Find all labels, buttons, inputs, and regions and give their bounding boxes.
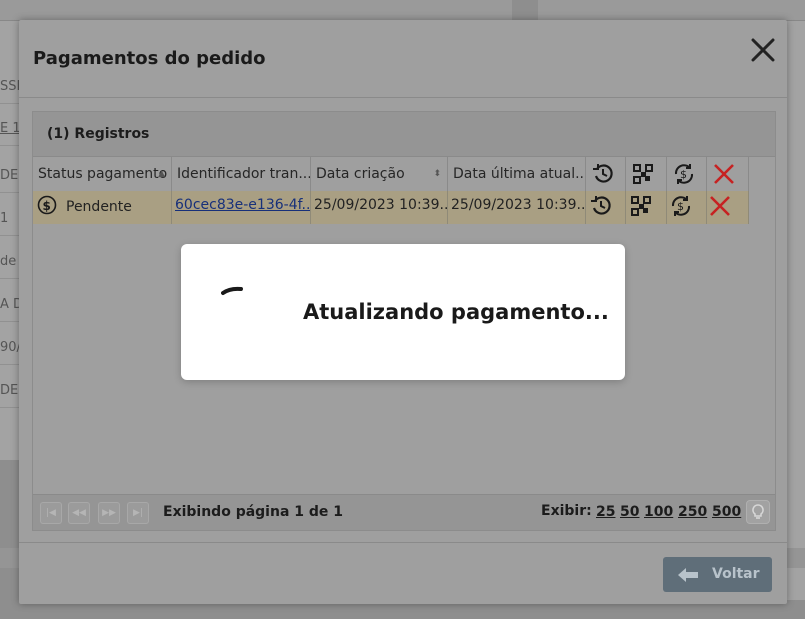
page-size-option[interactable]: 500 (712, 504, 741, 520)
background-row: 90/ (0, 331, 19, 365)
modal-title: Pagamentos do pedido (33, 48, 266, 69)
background-row: E 10 (0, 112, 19, 146)
delete-icon (709, 163, 739, 185)
table-row[interactable]: $ Pendente 60cec83e-e136-4f... 25/09/202… (33, 191, 749, 224)
background-row: A D (0, 288, 19, 322)
last-page-button[interactable]: ▶| (127, 502, 149, 524)
close-icon[interactable] (749, 36, 777, 64)
updated-date-cell: 25/09/2023 10:39... (448, 191, 586, 224)
back-button[interactable]: Voltar (663, 557, 772, 592)
background-row: DE C (0, 374, 19, 408)
page-size-option[interactable]: 50 (620, 504, 639, 520)
column-header-status[interactable]: Status pagamento ▲ (33, 157, 172, 191)
panel-header: (1) Registros (33, 112, 775, 157)
sort-icon: ▲ (158, 169, 165, 179)
row-qr-button[interactable] (626, 191, 667, 224)
column-header-history (586, 157, 626, 191)
loading-dialog: Atualizando pagamento... (181, 244, 625, 380)
page-size-label: Exibir: (541, 503, 592, 519)
page-size-option[interactable]: 25 (596, 504, 615, 520)
sort-icon: ⬍ (433, 169, 441, 179)
qr-code-icon (628, 163, 658, 185)
prev-page-button[interactable]: ◀◀ (68, 502, 90, 524)
tip-bulb-button[interactable] (746, 500, 770, 524)
status-cell: $ Pendente (33, 191, 172, 224)
modal-footer: Voltar (19, 542, 787, 605)
column-header-label: Status pagamento (38, 166, 168, 182)
modal-header: Pagamentos do pedido (19, 20, 787, 98)
svg-text:$: $ (680, 168, 687, 181)
grid-header: Status pagamento ▲ Identificador tran... … (33, 157, 749, 191)
column-header-delete (707, 157, 749, 191)
loading-message: Atualizando pagamento... (303, 300, 609, 324)
column-header-label: Data última atual... (453, 166, 586, 182)
column-header-refresh: $ (667, 157, 707, 191)
history-icon (590, 195, 612, 224)
page-size-option[interactable]: 250 (678, 504, 707, 520)
column-header-label: Data criação (316, 166, 405, 182)
arrow-left-icon (677, 567, 699, 587)
column-header-qr (626, 157, 667, 191)
row-refresh-button[interactable]: $ (667, 191, 707, 224)
qr-code-icon (630, 195, 652, 224)
background-row: 1 (0, 202, 19, 236)
spinner-icon (221, 284, 245, 304)
history-icon (588, 163, 618, 185)
back-button-label: Voltar (712, 566, 760, 582)
row-history-button[interactable] (586, 191, 626, 224)
dollar-circle-icon: $ (37, 195, 57, 224)
created-date-cell: 25/09/2023 10:39... (311, 191, 448, 224)
status-label: Pendente (66, 199, 132, 215)
svg-text:$: $ (43, 199, 51, 213)
first-page-button[interactable]: |◀ (40, 502, 62, 524)
column-header-created[interactable]: Data criação ⬍ (311, 157, 448, 191)
svg-text:$: $ (677, 200, 684, 213)
column-header-updated[interactable]: Data última atual... (448, 157, 586, 191)
page-info: Exibindo página 1 de 1 (163, 504, 344, 520)
background-row: de (0, 245, 19, 279)
background-row: DE (0, 159, 19, 193)
row-delete-button[interactable] (707, 191, 749, 224)
refresh-payment-icon: $ (669, 194, 693, 224)
column-header-label: Identificador tran... (177, 166, 311, 182)
delete-icon (709, 195, 731, 224)
next-page-button[interactable]: ▶▶ (98, 502, 120, 524)
refresh-payment-icon: $ (669, 163, 699, 185)
page-size-option[interactable]: 100 (644, 504, 673, 520)
column-header-identifier[interactable]: Identificador tran... (172, 157, 311, 191)
records-count: (1) Registros (47, 126, 150, 142)
background-row: SSI (0, 70, 19, 104)
lightbulb-icon (752, 504, 764, 519)
pager: |◀ ◀◀ ▶▶ ▶| Exibindo página 1 de 1 Exibi… (33, 494, 775, 530)
transaction-id-link[interactable]: 60cec83e-e136-4f... (172, 191, 311, 224)
